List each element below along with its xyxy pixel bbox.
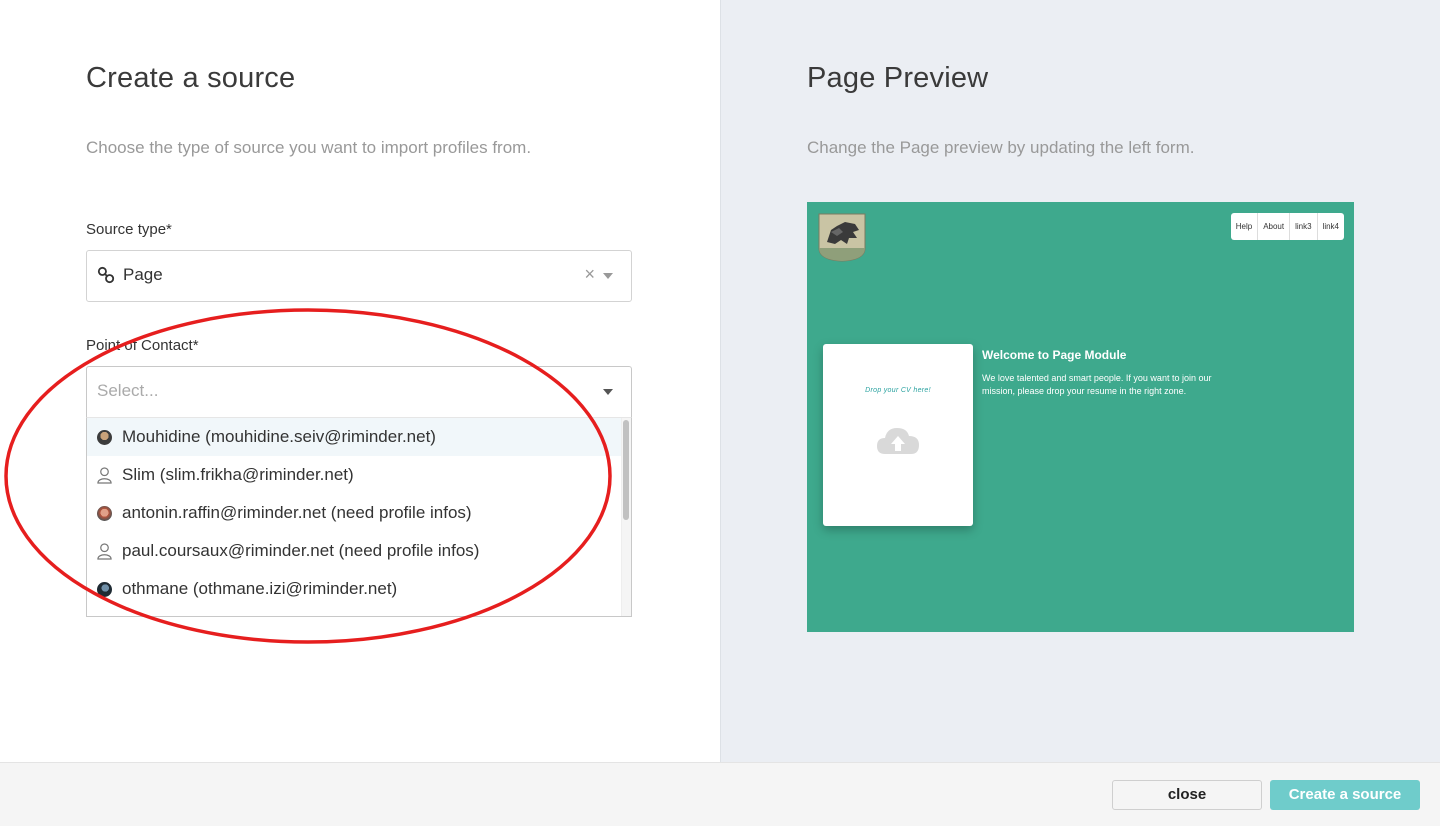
preview-nav: Help About link3 link4 xyxy=(1230,213,1344,240)
welcome-title: Welcome to Page Module xyxy=(982,348,1127,362)
source-type-value: Page xyxy=(123,265,163,284)
dropdown-option[interactable]: Slim (slim.frikha@riminder.net) xyxy=(87,456,631,494)
nav-link: Help xyxy=(1231,213,1259,240)
avatar-icon xyxy=(97,581,112,597)
cloud-upload-icon xyxy=(877,428,919,454)
dropdown-option[interactable]: Mouhidine (mouhidine.seiv@riminder.net) xyxy=(87,418,631,456)
option-label: Mouhidine (mouhidine.seiv@riminder.net) xyxy=(122,427,436,446)
nav-link: link4 xyxy=(1322,222,1339,231)
source-type-select[interactable]: Page × xyxy=(86,250,632,302)
user-outline-icon xyxy=(97,542,112,560)
point-of-contact-select[interactable]: Select... xyxy=(86,366,632,418)
nav-link: About xyxy=(1258,213,1291,240)
preview-description: Change the Page preview by updating the … xyxy=(807,138,1195,157)
preview-title: Page Preview xyxy=(807,62,989,94)
create-source-button[interactable]: Create a source xyxy=(1270,780,1420,810)
source-type-label: Source type* xyxy=(86,221,172,238)
option-label: Slim (slim.frikha@riminder.net) xyxy=(122,465,354,484)
point-of-contact-placeholder: Select... xyxy=(97,381,159,400)
clear-icon[interactable]: × xyxy=(584,264,595,285)
option-label: paul.coursaux@riminder.net (need profile… xyxy=(122,541,480,560)
option-label: othmane (othmane.izi@riminder.net) xyxy=(122,579,398,598)
option-label: antonin.raffin@riminder.net (need profil… xyxy=(122,503,472,522)
welcome-text: We love talented and smart people. If yo… xyxy=(982,373,1212,396)
point-of-contact-label: Point of Contact* xyxy=(86,337,199,354)
close-button[interactable]: close xyxy=(1112,780,1262,810)
form-panel: Create a source Choose the type of sourc… xyxy=(0,0,720,762)
modal-footer: close Create a source xyxy=(0,762,1440,826)
form-description: Choose the type of source you want to im… xyxy=(86,138,532,157)
page-preview: Help About link3 link4 Drop your CV here… xyxy=(807,202,1354,632)
chevron-down-icon[interactable] xyxy=(603,273,613,279)
dropdown-option[interactable]: othmane (othmane.izi@riminder.net) xyxy=(87,570,631,608)
user-outline-icon xyxy=(97,466,112,484)
avatar-icon xyxy=(97,505,112,521)
scrollbar-thumb[interactable] xyxy=(623,420,629,520)
drop-cv-text: Drop your CV here! xyxy=(865,387,931,394)
cv-drop-zone: Drop your CV here! xyxy=(823,344,973,526)
wolf-crest-logo xyxy=(818,213,866,262)
chevron-down-icon[interactable] xyxy=(603,389,613,395)
dropdown-option[interactable]: paul.coursaux@riminder.net (need profile… xyxy=(87,532,631,570)
point-of-contact-dropdown[interactable]: Mouhidine (mouhidine.seiv@riminder.net) … xyxy=(86,417,632,617)
scrollbar-track[interactable] xyxy=(621,418,631,616)
link-icon xyxy=(97,266,115,284)
nav-link: link3 xyxy=(1290,213,1318,240)
avatar-icon xyxy=(97,429,112,445)
dropdown-option[interactable]: antonin.raffin@riminder.net (need profil… xyxy=(87,494,631,532)
form-title: Create a source xyxy=(86,62,296,94)
